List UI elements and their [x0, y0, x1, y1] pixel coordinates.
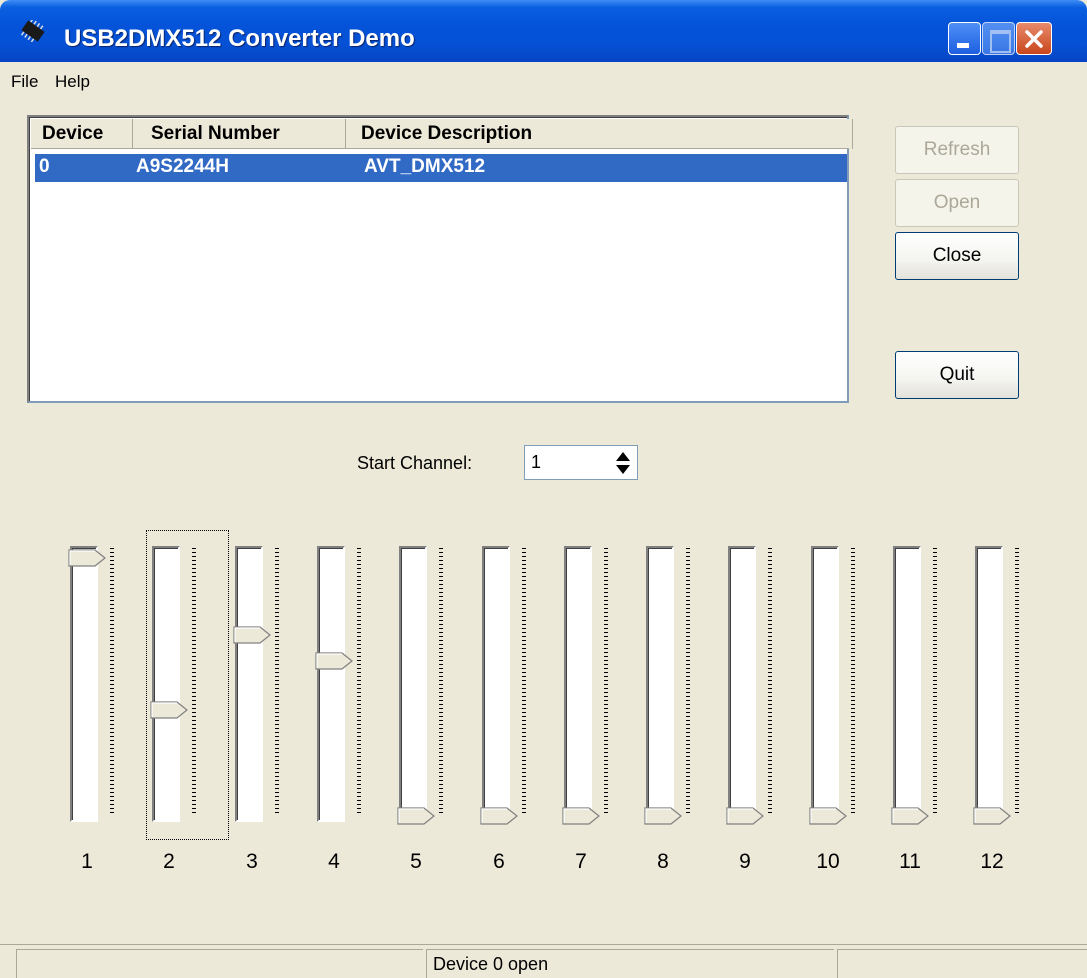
channel-label: 3 [246, 850, 258, 873]
channel-label: 7 [575, 850, 587, 873]
slider-track[interactable] [235, 546, 263, 822]
chip-icon [20, 20, 45, 42]
channel-label: 12 [980, 850, 1004, 873]
slider-ticks [522, 548, 526, 816]
slider-ticks [686, 548, 690, 816]
menu-file[interactable]: File [11, 72, 38, 92]
channel-label: 8 [657, 850, 669, 873]
cell-device: 0 [39, 156, 50, 177]
column-serial-number[interactable]: Serial Number [133, 119, 346, 149]
slider-track[interactable] [893, 546, 921, 822]
slider-thumb[interactable] [397, 807, 435, 827]
status-pane-right [837, 949, 1087, 978]
device-list-header: Device Serial Number Device Description [31, 119, 853, 149]
slider-track[interactable] [482, 546, 510, 822]
start-channel-spinner[interactable]: 1 [524, 445, 638, 480]
slider-track[interactable] [975, 546, 1003, 822]
slider-track[interactable] [399, 546, 427, 822]
status-pane-left [16, 949, 423, 978]
channel-label: 5 [410, 850, 422, 873]
slider-thumb[interactable] [973, 807, 1011, 827]
slider-track[interactable] [728, 546, 756, 822]
slider-thumb[interactable] [891, 807, 929, 827]
channel-label: 10 [816, 850, 840, 873]
maximize-button[interactable] [982, 22, 1015, 55]
slider-thumb[interactable] [68, 549, 106, 569]
window-title: USB2DMX512 Converter Demo [64, 25, 415, 52]
minimize-button[interactable] [948, 22, 981, 55]
close-icon [1025, 30, 1043, 48]
slider-ticks [110, 548, 114, 816]
close-button[interactable]: Close [895, 232, 1019, 280]
slider-ticks [275, 548, 279, 816]
status-text: Device 0 open [433, 954, 549, 974]
slider-ticks [192, 548, 196, 816]
open-button[interactable]: Open [895, 179, 1019, 227]
slider-thumb[interactable] [315, 652, 353, 672]
slider-track[interactable] [70, 546, 98, 822]
slider-ticks [933, 548, 937, 816]
start-channel-label: Start Channel: [357, 453, 473, 473]
quit-button[interactable]: Quit [895, 351, 1019, 399]
slider-ticks [851, 548, 855, 816]
slider-thumb[interactable] [150, 701, 188, 721]
column-device[interactable]: Device [31, 119, 133, 149]
slider-ticks [1015, 548, 1019, 816]
slider-track[interactable] [152, 546, 180, 822]
status-pane-middle: Device 0 open [426, 949, 834, 978]
channel-label: 1 [81, 850, 93, 873]
slider-thumb[interactable] [233, 626, 271, 646]
title-bar[interactable]: USB2DMX512 Converter Demo [0, 0, 1087, 62]
menu-help[interactable]: Help [55, 72, 90, 92]
slider-track[interactable] [646, 546, 674, 822]
device-list[interactable]: Device Serial Number Device Description … [27, 115, 853, 403]
slider-ticks [439, 548, 443, 816]
slider-thumb[interactable] [726, 807, 764, 827]
device-row[interactable]: 0 A9S2244H AVT_DMX512 [35, 154, 847, 182]
slider-ticks [357, 548, 361, 816]
slider-ticks [768, 548, 772, 816]
slider-thumb[interactable] [644, 807, 682, 827]
spin-arrows-icon[interactable] [613, 450, 633, 476]
start-channel-value[interactable]: 1 [531, 452, 541, 473]
channel-label: 9 [739, 850, 751, 873]
column-device-description[interactable]: Device Description [346, 119, 853, 149]
slider-track[interactable] [317, 546, 345, 822]
slider-thumb[interactable] [480, 807, 518, 827]
slider-ticks [604, 548, 608, 816]
cell-device-description: AVT_DMX512 [364, 156, 486, 177]
status-bar: Device 0 open [0, 944, 1087, 978]
channel-label: 6 [493, 850, 505, 873]
slider-track[interactable] [564, 546, 592, 822]
refresh-button[interactable]: Refresh [895, 126, 1019, 174]
channel-label: 2 [163, 850, 175, 873]
slider-thumb[interactable] [562, 807, 600, 827]
channel-label: 11 [899, 850, 921, 873]
slider-track[interactable] [811, 546, 839, 822]
cell-serial-number: A9S2244H [136, 156, 229, 177]
channel-label: 4 [328, 850, 340, 873]
slider-thumb[interactable] [809, 807, 847, 827]
close-window-button[interactable] [1016, 22, 1052, 55]
